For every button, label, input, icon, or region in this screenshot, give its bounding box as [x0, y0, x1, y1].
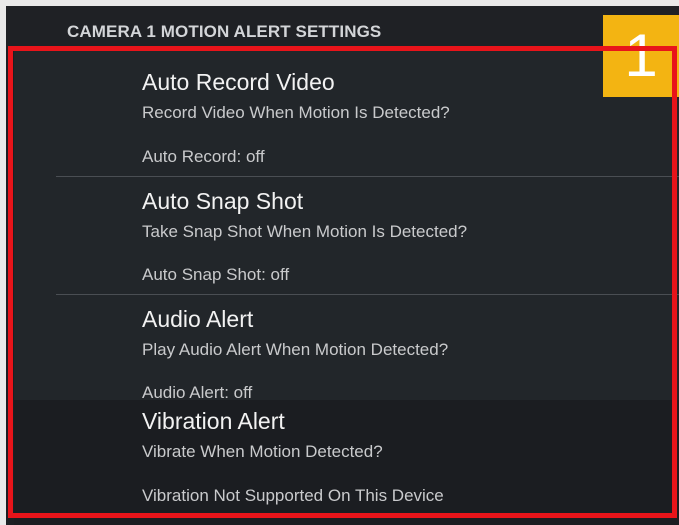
- setting-description: Record Video When Motion Is Detected?: [142, 103, 450, 122]
- setting-description: Take Snap Shot When Motion Is Detected?: [142, 222, 468, 241]
- setting-audio-alert[interactable]: Audio Alert Play Audio Alert When Motion…: [14, 295, 679, 402]
- setting-title: Auto Snap Shot: [142, 188, 304, 214]
- setting-auto-record-video[interactable]: Auto Record Video Record Video When Moti…: [14, 51, 679, 176]
- setting-status: Vibration Not Supported On This Device: [142, 486, 444, 505]
- setting-status: Auto Snap Shot: off: [142, 265, 290, 284]
- section-title: CAMERA 1 MOTION ALERT SETTINGS: [67, 22, 382, 41]
- setting-title: Vibration Alert: [142, 408, 285, 434]
- settings-screen: CAMERA 1 MOTION ALERT SETTINGS Auto Reco…: [6, 6, 679, 525]
- setting-title: Auto Record Video: [142, 69, 335, 95]
- setting-auto-snap-shot[interactable]: Auto Snap Shot Take Snap Shot When Motio…: [14, 177, 679, 294]
- setting-description: Play Audio Alert When Motion Detected?: [142, 340, 449, 359]
- settings-list: Auto Record Video Record Video When Moti…: [14, 51, 679, 525]
- setting-description: Vibrate When Motion Detected?: [142, 442, 383, 461]
- setting-vibration-alert[interactable]: Vibration Alert Vibrate When Motion Dete…: [14, 400, 679, 525]
- step-number-badge: 1: [603, 15, 679, 97]
- setting-status: Auto Record: off: [142, 147, 265, 166]
- setting-title: Audio Alert: [142, 306, 254, 332]
- section-header: CAMERA 1 MOTION ALERT SETTINGS: [6, 6, 679, 50]
